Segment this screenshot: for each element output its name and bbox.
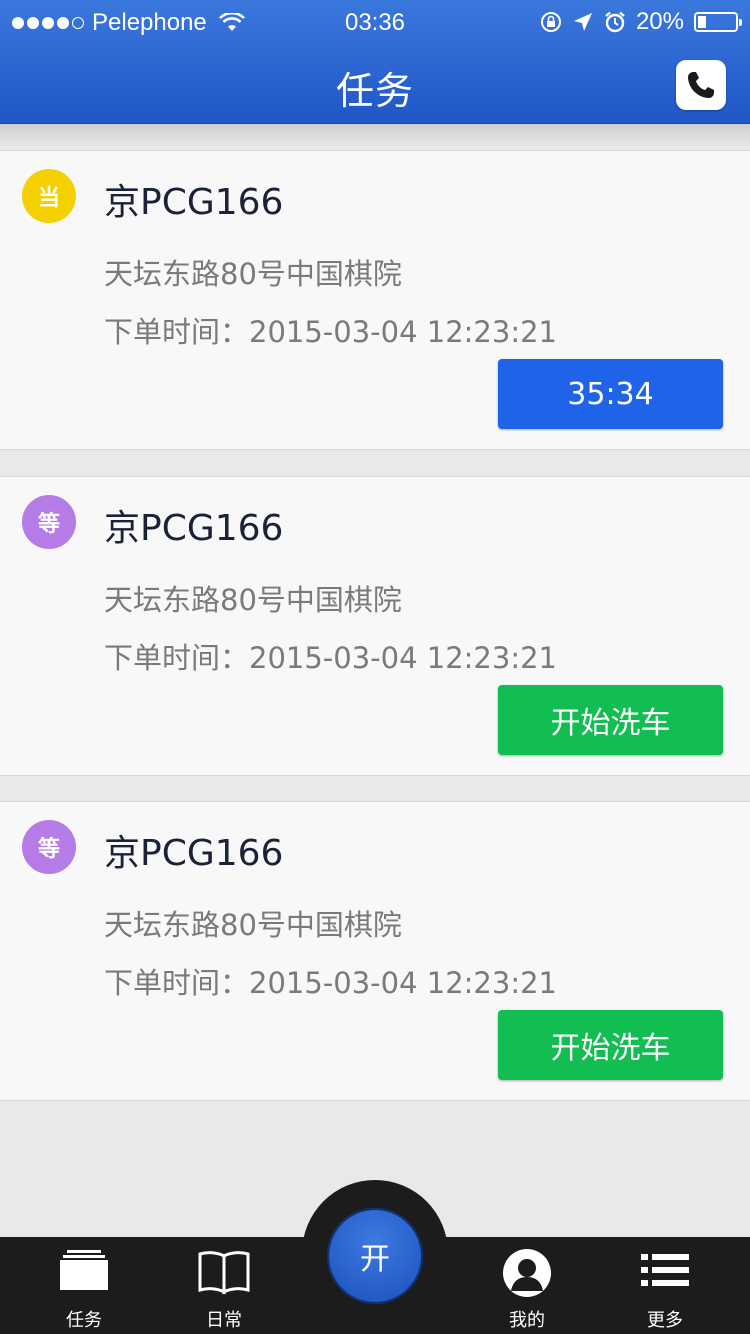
status-right: 20% [540, 8, 742, 36]
page-title: 任务 [335, 69, 414, 113]
status-badge: 等 [22, 820, 76, 874]
tab-label: 更多 [647, 1310, 683, 1331]
tab-label: 任务 [66, 1310, 102, 1331]
nav-header: Pelephone 03:36 20% 任务 [0, 0, 750, 124]
tab-daily[interactable]: 日常 [169, 1248, 279, 1334]
location-arrow-icon [573, 13, 592, 31]
status-badge: 等 [22, 495, 76, 549]
user-icon [503, 1249, 551, 1297]
header-shadow [0, 124, 750, 148]
status-badge: 当 [22, 169, 76, 223]
start-wash-button[interactable]: 开始洗车 [498, 685, 723, 755]
address-text: 天坛东路80号中国棋院 [104, 257, 402, 291]
task-card[interactable]: 等 京PCG166 天坛东路80号中国棋院 下单时间：2015-03-04 12… [0, 476, 750, 776]
task-card[interactable]: 等 京PCG166 天坛东路80号中国棋院 下单时间：2015-03-04 12… [0, 801, 750, 1101]
address-text: 天坛东路80号中国棋院 [104, 908, 402, 942]
start-wash-button[interactable]: 开始洗车 [498, 1010, 723, 1080]
license-plate: 京PCG166 [104, 833, 284, 874]
address-text: 天坛东路80号中国棋院 [104, 583, 402, 617]
book-icon [198, 1251, 250, 1295]
order-time-text: 下单时间：2015-03-04 12:23:21 [104, 966, 557, 1000]
tab-label: 我的 [509, 1310, 545, 1331]
tab-label: 日常 [206, 1310, 242, 1331]
rotation-lock-icon [540, 12, 561, 32]
phone-icon [688, 72, 714, 98]
status-bar: Pelephone 03:36 20% [0, 0, 750, 44]
cards-icon [60, 1250, 108, 1290]
phone-button[interactable] [676, 60, 726, 110]
tab-mine[interactable]: 我的 [472, 1248, 582, 1334]
tab-more[interactable]: 更多 [610, 1248, 720, 1334]
task-card[interactable]: 当 京PCG166 天坛东路80号中国棋院 下单时间：2015-03-04 12… [0, 150, 750, 450]
order-time-text: 下单时间：2015-03-04 12:23:21 [104, 315, 557, 349]
list-icon [641, 1254, 689, 1286]
order-time-text: 下单时间：2015-03-04 12:23:21 [104, 641, 557, 675]
center-open-button[interactable]: 开 [327, 1208, 423, 1304]
license-plate: 京PCG166 [104, 508, 284, 549]
timer-button[interactable]: 35:34 [498, 359, 723, 429]
battery-percent: 20% [635, 8, 684, 35]
license-plate: 京PCG166 [104, 182, 284, 223]
battery-level [698, 16, 706, 28]
tab-tasks[interactable]: 任务 [29, 1248, 139, 1334]
alarm-icon [605, 11, 625, 33]
battery-icon [694, 12, 742, 32]
